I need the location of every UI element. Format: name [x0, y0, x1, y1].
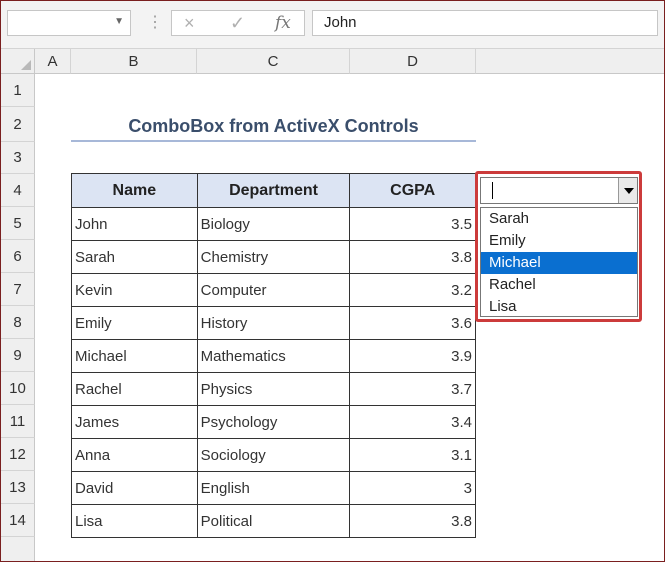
- cell-department[interactable]: Sociology: [196, 438, 351, 472]
- row-header-5[interactable]: 5: [1, 207, 35, 240]
- header-department[interactable]: Department: [196, 173, 351, 208]
- formula-bar: ▼ ⋮ × ✓ fx John: [1, 1, 664, 49]
- sheet-title: ComboBox from ActiveX Controls: [71, 110, 476, 142]
- cell-department[interactable]: English: [196, 471, 351, 505]
- table-row: Kevin Computer 3.2: [71, 273, 476, 307]
- row-header-filler: [1, 537, 35, 561]
- cell-name[interactable]: Emily: [71, 306, 198, 340]
- cell-department[interactable]: Chemistry: [196, 240, 351, 274]
- name-box[interactable]: ▼: [7, 10, 131, 36]
- table-row: Michael Mathematics 3.9: [71, 339, 476, 373]
- cell-name[interactable]: Michael: [71, 339, 198, 373]
- row-header-12[interactable]: 12: [1, 438, 35, 471]
- text-caret: [492, 182, 493, 199]
- cell-name[interactable]: Rachel: [71, 372, 198, 406]
- select-all-corner[interactable]: [1, 49, 35, 74]
- row-header-13[interactable]: 13: [1, 471, 35, 504]
- column-header-a[interactable]: A: [35, 49, 71, 74]
- row-header-11[interactable]: 11: [1, 405, 35, 438]
- cell-name[interactable]: Kevin: [71, 273, 198, 307]
- combobox-option-rachel[interactable]: Rachel: [481, 274, 637, 296]
- row-header-1[interactable]: 1: [1, 74, 35, 107]
- chevron-down-icon: [624, 188, 634, 194]
- enter-icon[interactable]: ✓: [230, 13, 245, 34]
- table-row: Lisa Political 3.8: [71, 504, 476, 538]
- combobox-input[interactable]: [480, 177, 638, 204]
- row-header-6[interactable]: 6: [1, 240, 35, 273]
- cell-cgpa[interactable]: 3.8: [349, 240, 476, 274]
- table-row: John Biology 3.5: [71, 207, 476, 241]
- cell-cgpa[interactable]: 3.1: [349, 438, 476, 472]
- cell-department[interactable]: History: [196, 306, 351, 340]
- combobox-dropdown-list: Sarah Emily Michael Rachel Lisa: [480, 207, 638, 317]
- column-header-d[interactable]: D: [350, 49, 476, 74]
- cell-name[interactable]: John: [71, 207, 198, 241]
- cell-cgpa[interactable]: 3.5: [349, 207, 476, 241]
- row-header-4[interactable]: 4: [1, 174, 35, 207]
- table-row: Rachel Physics 3.7: [71, 372, 476, 406]
- header-cgpa[interactable]: CGPA: [349, 173, 476, 208]
- combobox-option-michael[interactable]: Michael: [481, 252, 637, 274]
- cell-name[interactable]: James: [71, 405, 198, 439]
- row-header-9[interactable]: 9: [1, 339, 35, 372]
- combobox-dropdown-button[interactable]: [618, 178, 637, 203]
- cell-name[interactable]: Sarah: [71, 240, 198, 274]
- cell-cgpa[interactable]: 3.6: [349, 306, 476, 340]
- cell-cgpa[interactable]: 3.2: [349, 273, 476, 307]
- column-header-c[interactable]: C: [197, 49, 350, 74]
- cell-department[interactable]: Political: [196, 504, 351, 538]
- table-header-row: Name Department CGPA: [71, 173, 476, 208]
- cell-department[interactable]: Mathematics: [196, 339, 351, 373]
- cell-name[interactable]: David: [71, 471, 198, 505]
- header-name[interactable]: Name: [71, 173, 198, 208]
- formula-buttons: × ✓ fx: [171, 10, 305, 36]
- cell-department[interactable]: Biology: [196, 207, 351, 241]
- row-header-3[interactable]: 3: [1, 142, 35, 174]
- row-header-2[interactable]: 2: [1, 107, 35, 142]
- insert-function-icon[interactable]: fx: [275, 13, 291, 33]
- cell-cgpa[interactable]: 3.4: [349, 405, 476, 439]
- cell-name[interactable]: Lisa: [71, 504, 198, 538]
- formula-bar-grip-icon[interactable]: ⋮: [147, 13, 163, 33]
- row-header-14[interactable]: 14: [1, 504, 35, 537]
- combobox-option-sarah[interactable]: Sarah: [481, 208, 637, 230]
- column-header-blank: [476, 49, 664, 74]
- cell-cgpa[interactable]: 3.9: [349, 339, 476, 373]
- table-row: Emily History 3.6: [71, 306, 476, 340]
- formula-input[interactable]: John: [312, 10, 658, 36]
- table-row: Sarah Chemistry 3.8: [71, 240, 476, 274]
- cell-cgpa[interactable]: 3: [349, 471, 476, 505]
- select-all-triangle-icon: [21, 60, 31, 70]
- row-header-8[interactable]: 8: [1, 306, 35, 339]
- row-header-10[interactable]: 10: [1, 372, 35, 405]
- cell-department[interactable]: Psychology: [196, 405, 351, 439]
- table-row: Anna Sociology 3.1: [71, 438, 476, 472]
- row-header-7[interactable]: 7: [1, 273, 35, 306]
- data-table: Name Department CGPA John Biology 3.5 Sa…: [71, 173, 476, 538]
- combobox-option-lisa[interactable]: Lisa: [481, 296, 637, 318]
- cell-department[interactable]: Computer: [196, 273, 351, 307]
- table-row: James Psychology 3.4: [71, 405, 476, 439]
- cancel-icon[interactable]: ×: [184, 13, 195, 34]
- excel-window: ▼ ⋮ × ✓ fx John A B C D 1 2 3 4 5 6 7 8 …: [0, 0, 665, 562]
- cell-cgpa[interactable]: 3.8: [349, 504, 476, 538]
- cell-department[interactable]: Physics: [196, 372, 351, 406]
- chevron-down-icon[interactable]: ▼: [114, 16, 124, 27]
- column-header-b[interactable]: B: [71, 49, 197, 74]
- cell-cgpa[interactable]: 3.7: [349, 372, 476, 406]
- cell-name[interactable]: Anna: [71, 438, 198, 472]
- combobox-option-emily[interactable]: Emily: [481, 230, 637, 252]
- table-row: David English 3: [71, 471, 476, 505]
